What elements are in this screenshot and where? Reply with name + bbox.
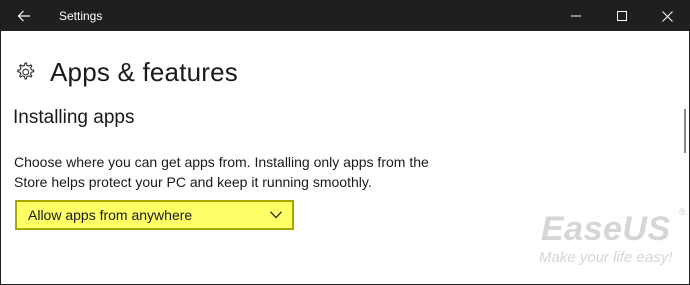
back-button[interactable] [1, 1, 47, 31]
page-title: Apps & features [50, 56, 238, 87]
settings-window: Settings Apps & features Installing apps… [0, 0, 690, 285]
page-header: Apps & features [14, 54, 238, 90]
watermark-tagline: Make your life easy! [539, 249, 673, 266]
maximize-button[interactable] [599, 1, 645, 31]
description-line-2: Store helps protect your PC and keep it … [14, 174, 372, 190]
maximize-icon [617, 11, 627, 21]
chevron-down-icon [270, 211, 282, 219]
minimize-icon [571, 15, 581, 17]
minimize-button[interactable] [553, 1, 599, 31]
scrollbar-thumb[interactable] [684, 109, 686, 153]
watermark-brand: EaseUS [541, 210, 671, 248]
app-source-dropdown[interactable]: Allow apps from anywhere [15, 200, 294, 230]
description-line-1: Choose where you can get apps from. Inst… [14, 154, 429, 170]
close-button[interactable] [644, 1, 689, 31]
window-title: Settings [59, 9, 103, 23]
section-description: Choose where you can get apps from. Inst… [14, 152, 484, 192]
section-title: Installing apps [13, 107, 135, 128]
back-arrow-icon [17, 10, 30, 22]
gear-icon [17, 62, 35, 80]
watermark-registered-mark: ® [679, 207, 686, 217]
title-bar: Settings [1, 1, 689, 31]
close-icon [661, 10, 673, 22]
dropdown-selected-value: Allow apps from anywhere [28, 207, 193, 223]
